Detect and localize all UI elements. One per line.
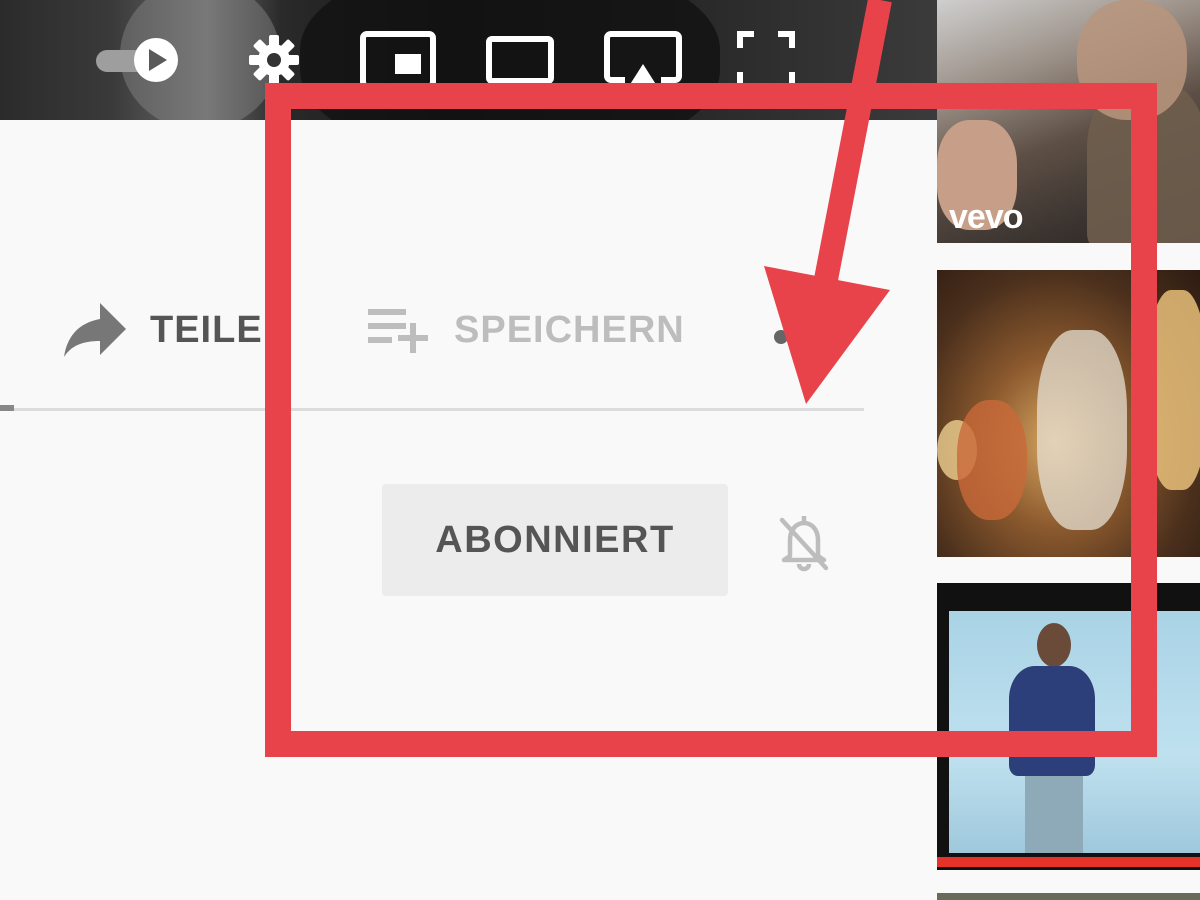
divider (14, 408, 864, 411)
miniplayer-icon (360, 31, 436, 89)
watch-progress-bar (937, 857, 1200, 867)
fullscreen-icon (737, 31, 795, 89)
subscribed-button[interactable]: ABONNIERT (382, 484, 728, 596)
video-actions: TEILEN SPEICHERN (0, 290, 870, 370)
bell-off-icon (779, 516, 829, 572)
share-label: TEILEN (150, 308, 292, 351)
airplay-icon (604, 31, 682, 86)
gear-icon (249, 35, 299, 85)
notification-bell-button[interactable] (776, 512, 832, 574)
save-button[interactable]: SPEICHERN (366, 290, 685, 370)
theater-mode-button[interactable] (484, 28, 556, 92)
share-icon (64, 303, 126, 357)
share-button[interactable]: TEILEN (62, 290, 291, 370)
playlist-add-icon (368, 309, 428, 353)
vevo-badge: vevo (949, 198, 1023, 236)
recommended-video-thumbnail[interactable] (937, 893, 1200, 900)
more-actions-button[interactable] (774, 330, 788, 344)
like-bar-fragment (0, 405, 14, 411)
theater-icon (486, 36, 554, 84)
recommended-video-thumbnail[interactable] (937, 583, 1200, 870)
autoplay-icon (96, 38, 178, 82)
save-label: SPEICHERN (454, 308, 685, 351)
fullscreen-button[interactable] (734, 28, 798, 92)
recommended-video-thumbnail[interactable]: vevo (937, 0, 1200, 243)
miniplayer-button[interactable] (358, 28, 438, 92)
autoplay-toggle[interactable] (94, 28, 186, 92)
video-player[interactable] (0, 0, 937, 120)
settings-button[interactable] (244, 28, 304, 92)
recommended-video-thumbnail[interactable] (937, 270, 1200, 557)
cast-button[interactable] (602, 28, 684, 92)
